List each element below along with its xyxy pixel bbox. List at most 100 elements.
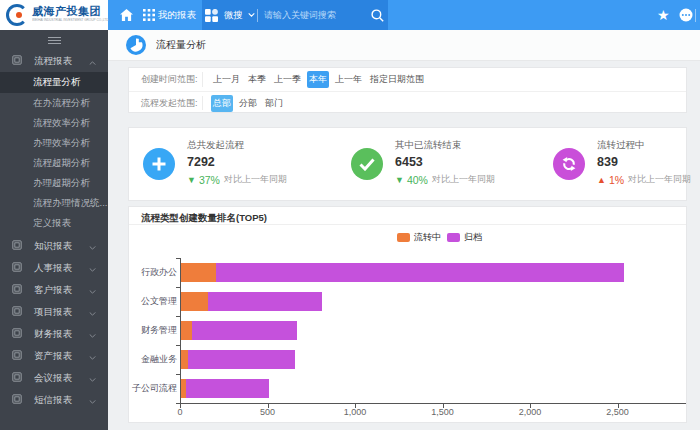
stat-compare-label: 对比上一年同期 bbox=[224, 173, 287, 186]
stat-value: 839 bbox=[597, 155, 691, 169]
filter-label: 创建时间范围: bbox=[141, 73, 198, 86]
bar-财务管理[interactable] bbox=[181, 321, 297, 340]
bar-segment-归档[interactable] bbox=[216, 263, 624, 282]
sidebar-group-5[interactable]: 财务报表 bbox=[0, 323, 108, 345]
chevron-down-icon bbox=[89, 307, 96, 318]
x-tick-label: 2,000 bbox=[519, 407, 542, 417]
bar-segment-归档[interactable] bbox=[186, 379, 269, 398]
filter-option-上一年[interactable]: 上一年 bbox=[333, 71, 364, 88]
sidebar-item-3[interactable]: 流程效率分析 bbox=[0, 113, 108, 133]
down-triangle-icon: ▼ bbox=[395, 175, 404, 185]
logo-area: 威海产投集团 WEIHAI INDUSTRIAL INVESTMENT GROU… bbox=[0, 0, 108, 30]
sidebar-group-6[interactable]: 资产报表 bbox=[0, 345, 108, 367]
top-nav: 我的报表 微搜 请输入关键词搜索 ★ bbox=[108, 0, 700, 30]
filter-option-本年[interactable]: 本年 bbox=[307, 71, 329, 88]
report-icon bbox=[12, 284, 22, 296]
sidebar-group-8[interactable]: 短信报表 bbox=[0, 389, 108, 411]
nav-wesearch-dropdown[interactable]: 微搜 bbox=[224, 0, 255, 30]
x-axis bbox=[180, 403, 686, 404]
sidebar-group-4[interactable]: 项目报表 bbox=[0, 301, 108, 323]
stat-compare-label: 对比上一年同期 bbox=[432, 173, 495, 186]
category-label: 金融业务 bbox=[130, 345, 177, 374]
filter-option-总部[interactable]: 总部 bbox=[211, 95, 233, 112]
sidebar-group-2[interactable]: 人事报表 bbox=[0, 257, 108, 279]
search-divider bbox=[257, 0, 258, 30]
bar-segment-流转中[interactable] bbox=[181, 350, 188, 369]
sidebar-item-4[interactable]: 办理效率分析 bbox=[0, 133, 108, 153]
card-header-divider bbox=[129, 224, 686, 225]
sidebar-item-8[interactable]: 定义报表 bbox=[0, 213, 108, 233]
up-triangle-icon: ▲ bbox=[597, 175, 606, 185]
stat-change-percent: 40% bbox=[407, 174, 428, 186]
sidebar-collapse-button[interactable] bbox=[0, 30, 108, 50]
breadcrumb: 流程量分析 bbox=[108, 30, 700, 61]
bar-segment-流转中[interactable] bbox=[181, 321, 192, 340]
sidebar: 流程报表流程量分析在办流程分析流程效率分析办理效率分析流程超期分析办理超期分析流… bbox=[0, 30, 108, 430]
bar-公文管理[interactable] bbox=[181, 292, 322, 311]
bar-segment-流转中[interactable] bbox=[181, 292, 208, 311]
y-axis-tick bbox=[176, 374, 180, 375]
analysis-icon bbox=[126, 35, 146, 55]
bar-segment-归档[interactable] bbox=[188, 350, 295, 369]
report-icon bbox=[12, 350, 22, 362]
legend-swatch bbox=[447, 233, 460, 242]
x-tick-label: 1,000 bbox=[344, 407, 367, 417]
legend-item-流转中[interactable]: 流转中 bbox=[397, 231, 441, 244]
down-triangle-icon: ▼ bbox=[187, 175, 196, 185]
chart-card: 流程类型创建数量排名(TOP5) 流转中归档 行政办公公文管理财务管理金融业务子… bbox=[128, 206, 687, 423]
plus-icon bbox=[143, 148, 175, 180]
sidebar-group-1[interactable]: 知识报表 bbox=[0, 235, 108, 257]
sidebar-item-5[interactable]: 流程超期分析 bbox=[0, 153, 108, 173]
filter-option-部门[interactable]: 部门 bbox=[263, 95, 285, 112]
sidebar-group-7[interactable]: 会议报表 bbox=[0, 367, 108, 389]
y-axis-tick bbox=[176, 316, 180, 317]
chevron-down-icon bbox=[89, 373, 96, 384]
filter-option-分部[interactable]: 分部 bbox=[237, 95, 259, 112]
stat-compare-label: 对比上一年同期 bbox=[628, 173, 691, 186]
contacts-badge-icon[interactable] bbox=[205, 0, 218, 30]
filter-option-上一月[interactable]: 上一月 bbox=[211, 71, 242, 88]
bar-金融业务[interactable] bbox=[181, 350, 295, 369]
legend-item-归档[interactable]: 归档 bbox=[447, 231, 482, 244]
stat-change-percent: 1% bbox=[609, 174, 624, 186]
filter-option-指定日期范围[interactable]: 指定日期范围 bbox=[368, 71, 426, 88]
legend-label: 流转中 bbox=[414, 231, 441, 244]
sidebar-item-6[interactable]: 办理超期分析 bbox=[0, 173, 108, 193]
filter-row-1: 创建时间范围: 上一月本季上一季本年上一年指定日期范围 bbox=[129, 68, 686, 91]
search-input[interactable]: 请输入关键词搜索 bbox=[264, 0, 336, 30]
company-logo-icon bbox=[6, 4, 28, 26]
bar-行政办公[interactable] bbox=[181, 263, 624, 282]
bar-segment-流转中[interactable] bbox=[181, 263, 216, 282]
report-icon bbox=[12, 394, 22, 406]
divider-line bbox=[695, 9, 696, 22]
bar-segment-归档[interactable] bbox=[208, 292, 322, 311]
chevron-down-icon bbox=[89, 263, 96, 274]
y-axis-tick bbox=[176, 345, 180, 346]
chevron-down-icon bbox=[89, 241, 96, 252]
bar-子公司流程[interactable] bbox=[181, 379, 269, 398]
divider-line bbox=[257, 9, 258, 22]
sidebar-group-process-reports[interactable]: 流程报表 bbox=[0, 50, 108, 72]
favorite-star-icon[interactable]: ★ bbox=[657, 0, 670, 30]
bar-segment-归档[interactable] bbox=[192, 321, 297, 340]
divider bbox=[202, 96, 203, 110]
report-icon bbox=[12, 55, 22, 67]
sidebar-item-1[interactable]: 流程量分析 bbox=[0, 72, 108, 93]
company-name-en: WEIHAI INDUSTRIAL INVESTMENT GROUP CO.,L… bbox=[32, 18, 109, 21]
sidebar-group-3[interactable]: 客户报表 bbox=[0, 279, 108, 301]
search-icon[interactable] bbox=[371, 0, 384, 30]
more-options-icon[interactable] bbox=[679, 0, 693, 30]
check-icon bbox=[351, 148, 383, 180]
stat-label: 流转过程中 bbox=[597, 139, 691, 152]
chevron-down-icon bbox=[89, 395, 96, 406]
stat-label: 其中已流转结束 bbox=[395, 139, 495, 152]
filter-option-上一季[interactable]: 上一季 bbox=[272, 71, 303, 88]
stats-card: 总共发起流程 7292 ▼37%对比上一年同期 其中已流转结束 6453 ▼40… bbox=[128, 127, 687, 201]
page-title: 流程量分析 bbox=[156, 38, 206, 52]
filter-option-本季[interactable]: 本季 bbox=[246, 71, 268, 88]
sidebar-item-7[interactable]: 流程办理情况统... bbox=[0, 193, 108, 213]
bar-chart: 行政办公公文管理财务管理金融业务子公司流程05001,0001,5002,000… bbox=[180, 258, 686, 403]
sidebar-item-2[interactable]: 在办流程分析 bbox=[0, 93, 108, 113]
chevron-up-icon bbox=[89, 56, 96, 67]
stat-label: 总共发起流程 bbox=[187, 139, 287, 152]
